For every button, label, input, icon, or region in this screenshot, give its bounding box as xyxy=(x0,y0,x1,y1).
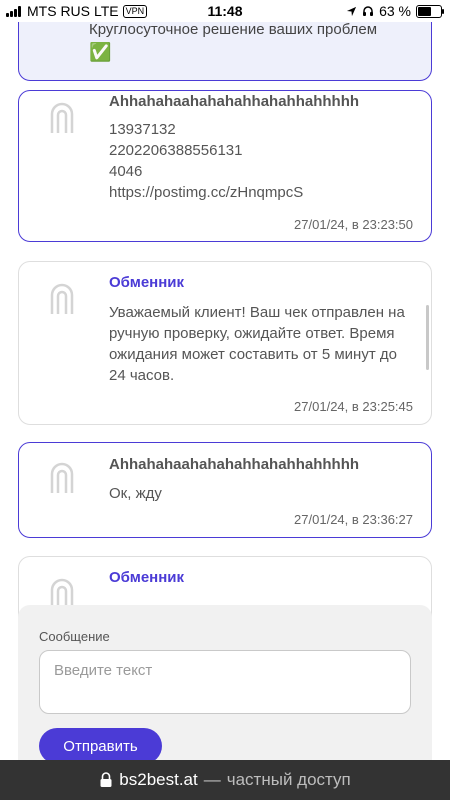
message-card-user: Аhhahahaahahahahhahahhahhhhh Ок, жду 27/… xyxy=(18,442,432,538)
message-card-operator: Обменник Уважаемый клиент! Ваш чек отпра… xyxy=(18,261,432,425)
message-text: 13937132 2202206388556131 4046 https://p… xyxy=(109,121,304,201)
message-text: Ок, жду xyxy=(109,485,162,502)
message-input[interactable]: Введите текст xyxy=(39,650,411,714)
message-author: Аhhahahaahahahahhahahhahhhhh xyxy=(109,93,360,110)
lock-icon xyxy=(100,772,112,787)
url-domain: bs2best.at xyxy=(119,770,198,789)
info-banner-text: Круглосуточное решение ваших проблем xyxy=(89,21,378,38)
message-field-label: Сообщение xyxy=(39,629,110,644)
message-timestamp: 27/01/24, в 23:25:45 xyxy=(294,399,413,414)
battery-icon xyxy=(416,4,444,18)
battery-fill xyxy=(418,6,431,16)
send-button[interactable]: Отправить xyxy=(39,728,162,764)
message-author: Обменник xyxy=(109,274,185,291)
user-avatar-icon xyxy=(50,102,74,133)
operator-avatar-icon xyxy=(50,283,74,314)
message-card-user: Аhhahahaahahahahhahahhahhhhh 13937132 22… xyxy=(18,90,432,242)
browser-url-bar[interactable]: bs2best.at — частный доступ xyxy=(0,760,450,800)
message-timestamp: 27/01/24, в 23:36:27 xyxy=(294,512,413,527)
url-separator: — xyxy=(203,770,221,789)
location-icon xyxy=(346,6,357,16)
message-author: Обменник xyxy=(109,569,185,586)
feed-scrollbar[interactable] xyxy=(426,305,429,370)
message-timestamp: 27/01/24, в 23:23:50 xyxy=(294,217,413,232)
message-text: Уважаемый клиент! Ваш чек отправлен на р… xyxy=(109,304,405,384)
message-author: Аhhahahaahahahahhahahhahhhhh xyxy=(109,456,360,473)
status-bar: MTS RUS LTE VPN 11:48 63 % xyxy=(0,0,450,22)
private-access-label: частный доступ xyxy=(226,770,351,789)
check-icon: ✅ xyxy=(89,42,112,62)
user-avatar-icon xyxy=(50,462,74,493)
battery-percent: 63 % xyxy=(379,3,411,19)
headphones-icon xyxy=(363,6,374,16)
